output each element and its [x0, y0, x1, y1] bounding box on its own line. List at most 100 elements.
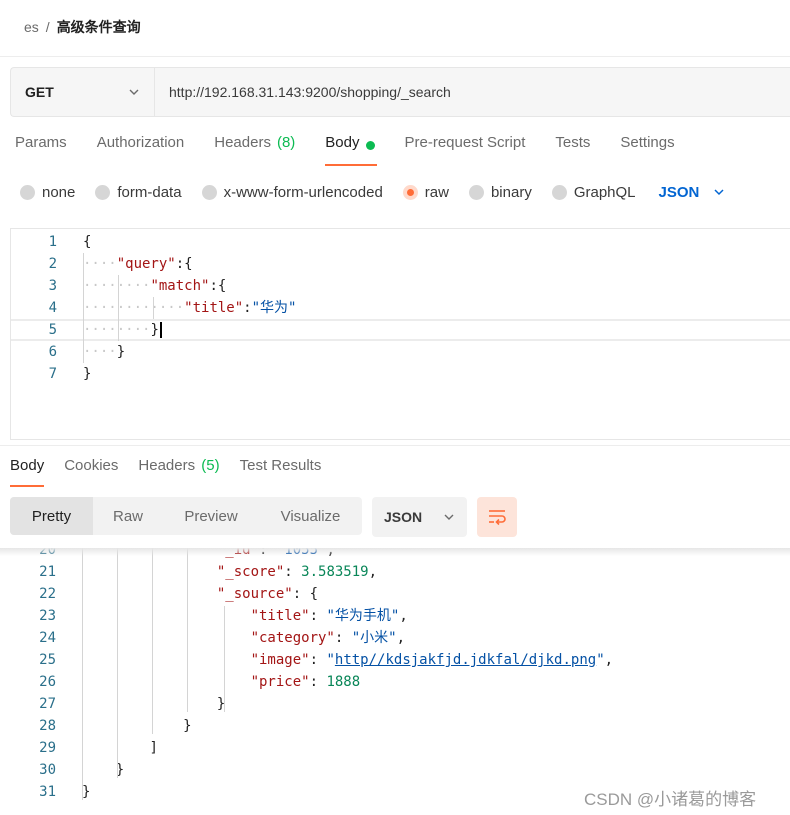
- code-text: ············"title":"华为": [83, 297, 296, 319]
- line-number: 29: [39, 740, 56, 756]
- line-number: 7: [48, 366, 57, 382]
- indent-guide: [152, 548, 153, 734]
- code-token: "华为手机": [326, 608, 400, 624]
- code-token: "image": [250, 652, 310, 668]
- tab-pre-request-script[interactable]: Pre-request Script: [405, 134, 526, 166]
- tab-label: Body: [325, 134, 360, 151]
- tab-settings[interactable]: Settings: [620, 134, 674, 166]
- line-number: 28: [39, 718, 56, 734]
- method-label: GET: [25, 84, 54, 100]
- code-line: 24 "category": "小米",: [0, 627, 790, 649]
- tab-authorization[interactable]: Authorization: [97, 134, 185, 166]
- tab-test-results[interactable]: Test Results: [240, 457, 322, 487]
- code-text: ]: [82, 737, 158, 759]
- code-line: 3 ········"match":{: [11, 275, 790, 297]
- line-number: 24: [39, 630, 56, 646]
- code-text: "category": "小米",: [82, 627, 405, 649]
- radio-icon: [95, 184, 111, 200]
- watermark: CSDN @小诸葛的博客: [584, 790, 757, 809]
- code-token: ": [596, 652, 605, 668]
- request-body-editor[interactable]: 1{2 ····"query":{3 ········"match":{4 ·····…: [10, 228, 790, 440]
- response-view-mode: Pretty Raw Preview Visualize: [10, 497, 362, 535]
- chevron-down-icon: [444, 514, 454, 520]
- radio-graphql[interactable]: GraphQL: [551, 184, 636, 201]
- code-token: :: [334, 630, 352, 646]
- line-number: 23: [39, 608, 56, 624]
- code-token: "category": [250, 630, 335, 646]
- code-token: :{: [209, 278, 227, 294]
- code-token: :: [309, 608, 327, 624]
- code-token: ,: [368, 564, 378, 580]
- code-text: }: [82, 693, 225, 715]
- code-line: 21 "_score": 3.583519,: [0, 561, 790, 583]
- code-text: }: [82, 715, 192, 737]
- code-text: ····"query":{: [83, 253, 193, 275]
- code-token: 1888: [326, 674, 361, 690]
- code-token: ,: [396, 630, 406, 646]
- whitespace-marker: ········: [83, 278, 151, 294]
- code-token: ]: [149, 740, 158, 756]
- code-token: }: [150, 322, 159, 338]
- code-token: "title": [250, 608, 310, 624]
- request-name[interactable]: 高级条件查询: [57, 17, 141, 37]
- code-token[interactable]: http//kdsjakfjd.jdkfal/djkd.png: [335, 652, 596, 668]
- radio-none[interactable]: none: [20, 184, 75, 201]
- radio-x-www-form-urlencoded[interactable]: x-www-form-urlencoded: [201, 183, 383, 201]
- code-token: }: [183, 718, 192, 734]
- request-tabs: Params Authorization Headers (8) Body Pre…: [15, 134, 705, 166]
- code-token: "_source": [216, 586, 293, 602]
- tab-cookies[interactable]: Cookies: [64, 457, 118, 487]
- radio-label: x-www-form-urlencoded: [223, 183, 383, 201]
- url-bar: GET: [10, 67, 790, 117]
- url-input[interactable]: [155, 68, 790, 116]
- response-format-select[interactable]: JSON: [372, 497, 467, 537]
- radio-binary[interactable]: binary: [468, 183, 532, 201]
- code-token: ": [326, 652, 335, 668]
- response-body-viewer[interactable]: 20 "_id": "1055",21 "_score": 3.583519,2…: [0, 548, 790, 815]
- code-token: "华为": [251, 300, 297, 316]
- tab-label: Cookies: [64, 457, 119, 474]
- line-number: 6: [48, 344, 57, 360]
- indent-guide: [187, 548, 188, 712]
- radio-raw[interactable]: raw: [402, 184, 449, 201]
- breadcrumb-collection[interactable]: es: [24, 19, 39, 35]
- tab-response-body[interactable]: Body: [10, 457, 45, 487]
- line-number: 5: [48, 322, 57, 338]
- body-format-select[interactable]: JSON: [659, 184, 726, 201]
- tab-tests[interactable]: Tests: [555, 134, 590, 166]
- code-token: "_score": [216, 564, 285, 580]
- indent-guide: [153, 297, 154, 319]
- tab-headers[interactable]: Headers (8): [214, 134, 295, 166]
- radio-label: none: [42, 183, 76, 201]
- wrap-lines-icon: [489, 510, 506, 526]
- tab-body[interactable]: Body: [325, 134, 377, 166]
- indent-guide: [82, 548, 83, 800]
- code-token: "query": [116, 256, 176, 272]
- tab-label: Tests: [555, 134, 591, 151]
- pretty-button[interactable]: Pretty: [10, 497, 93, 535]
- tab-params[interactable]: Params: [15, 134, 67, 166]
- visualize-button[interactable]: Visualize: [259, 497, 362, 535]
- radio-label: binary: [490, 183, 532, 201]
- method-select[interactable]: GET: [11, 68, 155, 116]
- code-token: "title": [184, 300, 244, 316]
- code-text: "price": 1888: [82, 671, 361, 693]
- code-token: :: [243, 300, 252, 316]
- code-line: 6 ····}: [11, 341, 790, 363]
- code-token: }: [116, 344, 126, 360]
- radio-form-data[interactable]: form-data: [95, 184, 182, 201]
- scroll-shadow: [0, 548, 790, 556]
- code-line: 22 "_source": {: [0, 583, 790, 605]
- wrap-lines-button[interactable]: [477, 497, 517, 537]
- code-text: "title": "华为手机",: [82, 605, 408, 627]
- code-line: 1{: [11, 231, 790, 253]
- tab-label: Headers: [138, 457, 196, 474]
- whitespace-marker: ····: [83, 256, 117, 272]
- radio-checked-icon: [402, 184, 418, 200]
- raw-button[interactable]: Raw: [93, 497, 163, 535]
- tab-label: Headers: [214, 134, 271, 151]
- code-token: :{: [175, 256, 193, 272]
- code-token: :: [309, 674, 327, 690]
- preview-button[interactable]: Preview: [163, 497, 259, 535]
- tab-response-headers[interactable]: Headers (5): [138, 457, 219, 487]
